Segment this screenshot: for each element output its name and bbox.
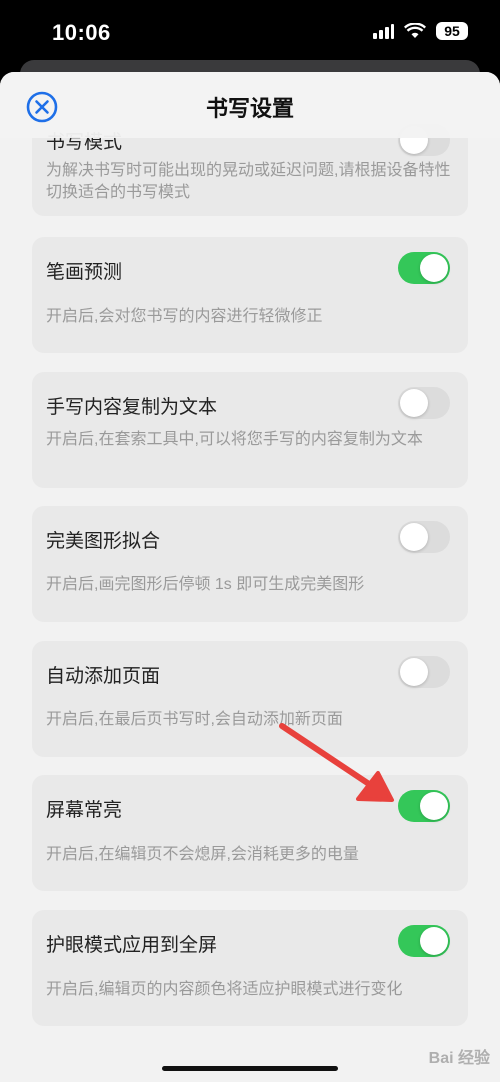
battery-indicator: 95 xyxy=(436,22,468,40)
toggle-knob xyxy=(400,523,428,551)
setting-description: 开启后,会对您书写的内容进行轻微修正 xyxy=(46,308,323,325)
toggle-knob xyxy=(420,927,448,955)
setting-card-auto-add-page: 自动添加页面 开启后,在最后页书写时,会自动添加新页面 xyxy=(32,641,468,757)
screen-always-on-toggle[interactable] xyxy=(398,790,450,822)
auto-add-page-toggle[interactable] xyxy=(398,656,450,688)
toggle-knob xyxy=(400,389,428,417)
home-indicator[interactable] xyxy=(162,1066,338,1071)
setting-card-stroke-prediction: 笔画预测 开启后,会对您书写的内容进行轻微修正 xyxy=(32,237,468,353)
page-title: 书写设置 xyxy=(205,96,294,121)
copy-as-text-toggle[interactable] xyxy=(398,387,450,419)
setting-description: 开启后,在最后页书写时,会自动添加新页面 xyxy=(46,711,343,728)
toggle-knob xyxy=(420,792,448,820)
status-icons: 95 xyxy=(372,22,468,40)
setting-title: 手写内容复制为文本 xyxy=(46,397,218,418)
setting-description: 开启后,编辑页的内容颜色将适应护眼模式进行变化 xyxy=(46,981,403,998)
status-time: 10:06 xyxy=(52,20,111,45)
status-bar: 10:06 95 xyxy=(0,0,500,66)
setting-card-copy-as-text: 手写内容复制为文本 开启后,在套索工具中,可以将您手写的内容复制为文本 xyxy=(32,372,468,488)
setting-title: 笔画预测 xyxy=(46,262,123,283)
setting-title: 屏幕常亮 xyxy=(46,800,123,821)
cellular-signal-icon xyxy=(373,24,394,39)
wifi-icon xyxy=(404,23,426,38)
toggle-knob xyxy=(400,658,428,686)
toggle-knob xyxy=(420,254,448,282)
settings-sheet: 书写设置 书写模式 为解决书写时可能出现的晃动或延迟问题,请根据设备特性切换适合… xyxy=(0,72,500,1082)
setting-description: 开启后,在套索工具中,可以将您手写的内容复制为文本 xyxy=(46,431,423,448)
eye-care-fullscreen-toggle[interactable] xyxy=(398,925,450,957)
nav-bar: 书写设置 xyxy=(0,72,500,138)
setting-title: 护眼模式应用到全屏 xyxy=(46,935,218,956)
setting-title: 自动添加页面 xyxy=(46,666,161,687)
setting-description: 开启后,在编辑页不会熄屏,会消耗更多的电量 xyxy=(46,846,359,863)
baidu-watermark: Bai 经验 xyxy=(428,1050,490,1067)
setting-title: 完美图形拟合 xyxy=(46,531,161,552)
setting-description: 开启后,画完图形后停顿 1s 即可生成完美图形 xyxy=(46,576,365,593)
stroke-prediction-toggle[interactable] xyxy=(398,252,450,284)
setting-description: 为解决书写时可能出现的晃动或延迟问题,请根据设备特性切换适合的书写模式 xyxy=(46,162,451,201)
setting-card-eye-care-fullscreen: 护眼模式应用到全屏 开启后,编辑页的内容颜色将适应护眼模式进行变化 xyxy=(32,910,468,1026)
setting-card-screen-always-on: 屏幕常亮 开启后,在编辑页不会熄屏,会消耗更多的电量 xyxy=(32,775,468,891)
setting-card-shape-fit: 完美图形拟合 开启后,画完图形后停顿 1s 即可生成完美图形 xyxy=(32,506,468,622)
shape-fit-toggle[interactable] xyxy=(398,521,450,553)
